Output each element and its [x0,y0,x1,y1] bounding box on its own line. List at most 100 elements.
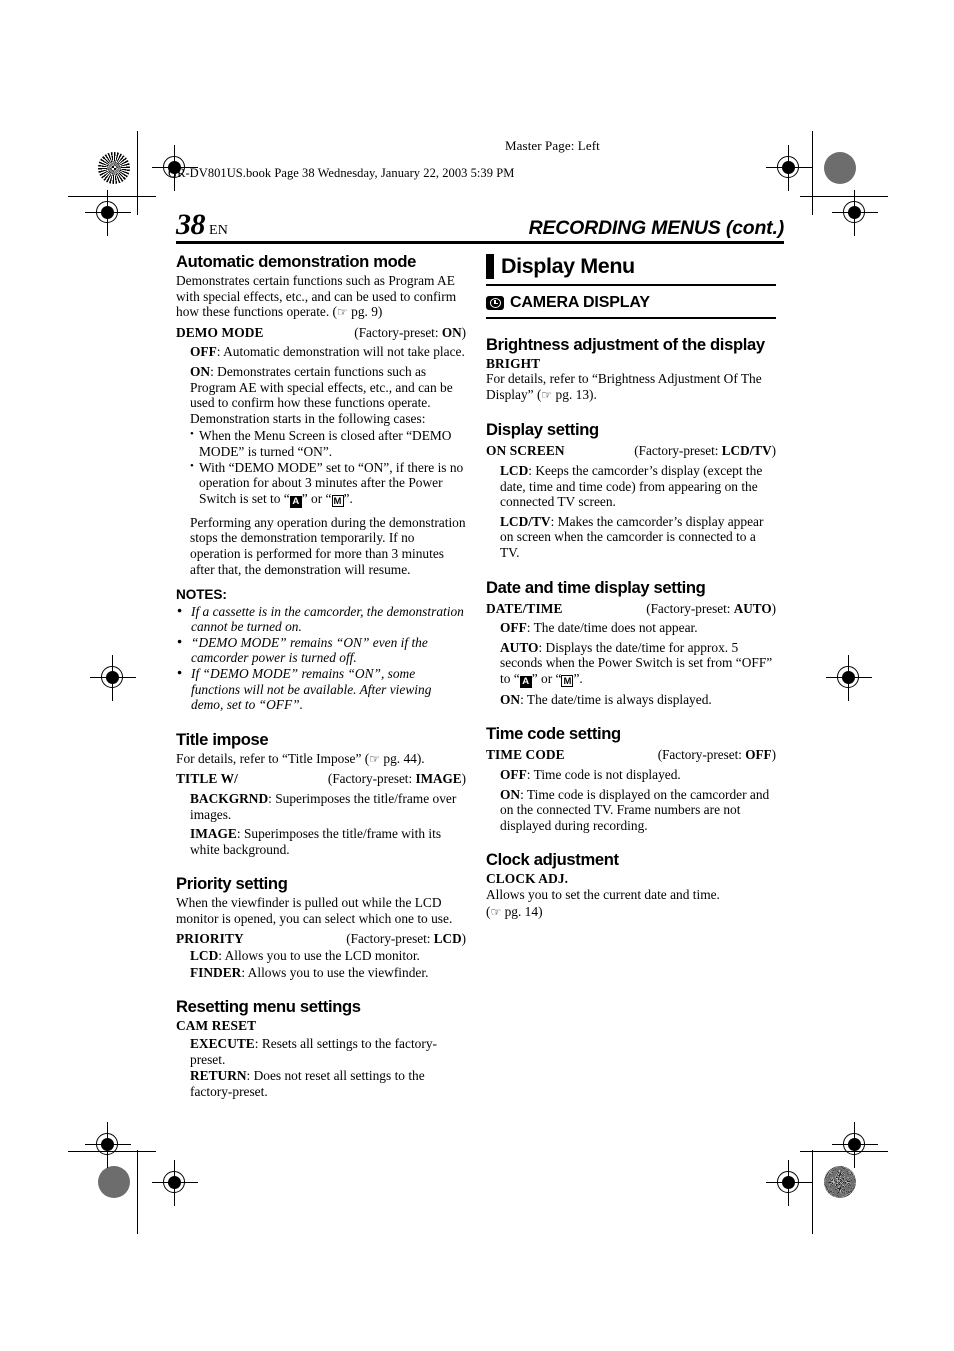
section-heading-clock-adjustment: Clock adjustment [486,850,619,870]
master-page-label: Master Page: Left [505,138,600,153]
setting-preset-date-time: (Factory-preset: AUTO) [646,601,776,617]
option-priority-finder: FINDER: Allows you to use the viewfinder… [190,965,466,981]
registration-cross-bottom-right [766,1160,812,1206]
page-language: EN [209,223,229,238]
option-key: FINDER [190,964,242,980]
option-priority-lcd: LCD: Allows you to use the LCD monitor. [190,948,466,964]
option-execute: EXECUTE: Resets all settings to the fact… [190,1036,466,1067]
registration-cross-bottom-left [152,1160,198,1206]
list-item: With “DEMO MODE” set to “ON”, if there i… [190,459,466,508]
option-text-end: ”. [573,670,583,686]
page-ref-hand-icon: ☞ [337,305,348,320]
preset-prefix: (Factory-preset: [327,771,416,787]
option-key: EXECUTE [190,1035,255,1051]
setting-preset-title-w: (Factory-preset: IMAGE) [328,771,466,787]
page-number-value: 38 [176,208,206,241]
option-key: AUTO [500,639,539,655]
preset-prefix: (Factory-preset: [646,600,734,616]
trim-line-top-right-horizontal [800,196,888,198]
option-key: RETURN [190,1068,247,1084]
ref-text: pg. 14) [504,903,543,919]
option-time-code-on: ON: Time code is displayed on the camcor… [500,787,776,834]
preset-suffix: ) [771,747,776,763]
running-head: RECORDING MENUS (cont.) [528,217,785,239]
demo-closing-paragraph: Performing any operation during the demo… [190,514,466,577]
title-impose-intro-ref: pg. 44). [383,750,425,766]
book-file-line: GR-DV801US.book Page 38 Wednesday, Janua… [168,166,515,180]
option-key: OFF [500,620,527,636]
preset-prefix: (Factory-preset: [657,747,746,763]
registration-cross-corner-bottom-left [85,1122,131,1168]
section-heading-date-time-display: Date and time display setting [486,577,706,597]
trim-line-right-vertical-bottom [812,1150,814,1234]
auto-mode-badge-icon: A [289,495,302,508]
option-image: IMAGE: Superimposes the title/frame with… [190,826,466,857]
trim-line-left-vertical [137,131,139,215]
setting-name-date-time: DATE/TIME [486,600,563,616]
preset-value: LCD [433,930,462,946]
option-on-screen-lcd: LCD: Keeps the camcorder’s display (exce… [500,463,776,510]
preset-prefix: (Factory-preset: [354,324,442,340]
option-text: : Time code is displayed on the camcorde… [500,786,770,833]
option-key: ON [500,691,521,707]
section-heading-brightness-adjustment: Brightness adjustment of the display [486,334,765,354]
menu-title: Display Menu [501,253,635,278]
list-item: If “DEMO MODE” remains “ON”, some functi… [176,665,466,713]
setting-row-time-code: TIME CODE (Factory-preset: OFF) [486,747,776,763]
section-heading-automatic-demonstration-mode: Automatic demonstration mode [176,252,417,271]
option-key: LCD [500,462,529,478]
clock-adjustment-intro: Allows you to set the current date and t… [486,887,720,903]
list-item: “DEMO MODE” remains “ON” even if the cam… [176,634,466,666]
page-header: 38 EN RECORDING MENUS (cont.) [176,210,784,240]
option-demo-on: ON: Demonstrates certain functions such … [190,364,466,426]
setting-name-bright: BRIGHT [486,355,541,371]
option-text: : The date/time does not appear. [526,620,698,636]
setting-name-time-code: TIME CODE [486,747,565,763]
title-impose-intro-text: For details, refer to “Title Impose” ( [176,750,370,766]
automatic-demo-intro-text: Demonstrates certain functions such as P… [176,273,457,320]
camera-display-label: CAMERA DISPLAY [510,294,650,312]
option-key: OFF [500,767,527,783]
registration-gray-dot-top-right [824,152,856,184]
left-column: Automatic demonstration mode Demonstrate… [176,252,466,1099]
option-text: : Keeps the camcorder’s display (except … [500,462,763,510]
auto-mode-badge-icon: A [519,675,532,688]
setting-preset-demo-mode: (Factory-preset: ON) [354,325,466,341]
page-ref-hand-icon: ☞ [369,751,381,766]
brightness-intro-text: For details, refer to “Brightness Adjust… [486,371,762,402]
option-key: LCD [190,948,219,964]
manual-page: Master Page: Left GR-DV801US.book Page 3… [0,0,954,1351]
option-date-time-auto: AUTO: Displays the date/time for approx.… [500,640,776,688]
list-item: If a cassette is in the camcorder, the d… [176,603,466,635]
camera-display-category: CAMERA DISPLAY [486,295,776,311]
manual-mode-badge-icon: M [561,674,574,687]
option-text-mid: ” or “ [531,670,562,686]
page-number: 38 EN [176,210,228,240]
section-heading-resetting-menu-settings: Resetting menu settings [176,997,361,1017]
priority-intro: When the viewfinder is pulled out while … [176,895,453,926]
setting-name-demo-mode: DEMO MODE [176,324,264,340]
registration-cross-corner-bottom-right [832,1122,878,1168]
option-key: LCD/TV [500,513,551,529]
registration-cross-mid-right [826,655,872,701]
camera-display-rule [486,316,776,319]
option-text: : The date/time is always displayed. [520,691,712,707]
trim-line-bottom-left-horizontal [68,1151,156,1153]
trim-line-top-left-horizontal [68,196,156,198]
list-item-end: ”. [343,490,353,506]
setting-name-priority: PRIORITY [176,930,244,946]
demo-start-cases-list: When the Menu Screen is closed after “DE… [176,427,466,508]
option-time-code-off: OFF: Time code is not displayed. [500,767,776,783]
preset-prefix: (Factory-preset: [634,443,722,459]
header-rule [176,241,784,244]
page-ref-hand-icon: ☞ [490,904,502,919]
automatic-demo-intro: Demonstrates certain functions such as P… [176,273,466,321]
option-text: : Allows you to use the LCD monitor. [218,948,420,964]
option-backgrnd: BACKGRND: Superimposes the title/frame o… [190,791,466,822]
list-item: When the Menu Screen is closed after “DE… [190,427,466,459]
section-heading-title-impose: Title impose [176,729,269,749]
registration-cross-mid-left [90,655,136,701]
preset-suffix: ) [771,600,776,616]
option-key: BACKGRND [190,791,269,807]
setting-name-title-w: TITLE W/ [176,771,238,787]
